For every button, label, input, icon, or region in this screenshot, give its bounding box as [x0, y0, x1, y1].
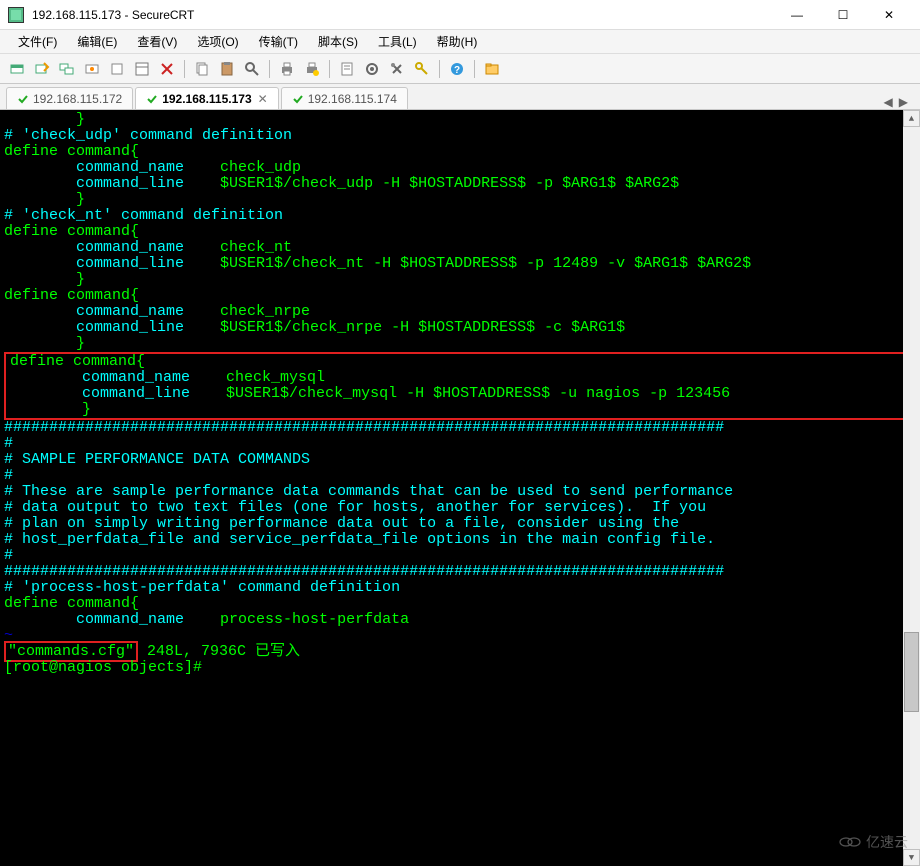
- properties-icon[interactable]: [131, 58, 153, 80]
- terminal-line: define command{: [0, 596, 920, 612]
- app-icon: [8, 7, 24, 23]
- terminal-line: }: [0, 272, 920, 288]
- toolbar-separator: [439, 60, 440, 78]
- maximize-button[interactable]: ☐: [820, 0, 866, 30]
- terminal-line: # plan on simply writing performance dat…: [0, 516, 920, 532]
- menu-transfer[interactable]: 传输(T): [249, 29, 308, 54]
- title-bar: 192.168.115.173 - SecureCRT — ☐ ✕: [0, 0, 920, 30]
- find-icon[interactable]: [241, 58, 263, 80]
- terminal-line: # These are sample performance data comm…: [0, 484, 920, 500]
- connected-icon: [146, 93, 158, 105]
- terminal-line: # host_perfdata_file and service_perfdat…: [0, 532, 920, 548]
- terminal-line: command_line $USER1$/check_nt -H $HOSTAD…: [0, 256, 920, 272]
- connect-icon[interactable]: [6, 58, 28, 80]
- tools-icon[interactable]: [386, 58, 408, 80]
- scroll-up-button[interactable]: ▲: [903, 110, 920, 127]
- toolbar-separator: [269, 60, 270, 78]
- reconnect-icon[interactable]: [56, 58, 78, 80]
- highlighted-box-mysql: define command{ command_name check_mysql…: [4, 352, 920, 420]
- terminal-line: ########################################…: [0, 564, 920, 580]
- menu-options[interactable]: 选项(O): [187, 29, 248, 54]
- quick-connect-icon[interactable]: [31, 58, 53, 80]
- terminal-line: # 'process-host-perfdata' command defini…: [0, 580, 920, 596]
- terminal[interactable]: } # 'check_udp' command definition defin…: [0, 110, 920, 866]
- terminal-line: command_name process-host-perfdata: [0, 612, 920, 628]
- svg-text:?: ?: [454, 65, 460, 76]
- terminal-line: # 'check_nt' command definition: [0, 208, 920, 224]
- copy-icon[interactable]: [191, 58, 213, 80]
- menu-script[interactable]: 脚本(S): [308, 29, 368, 54]
- toolbar-separator: [329, 60, 330, 78]
- terminal-line: # SAMPLE PERFORMANCE DATA COMMANDS: [0, 452, 920, 468]
- toolbar: ?: [0, 54, 920, 84]
- menu-tools[interactable]: 工具(L): [368, 29, 427, 54]
- terminal-line: }: [0, 112, 920, 128]
- menu-help[interactable]: 帮助(H): [427, 29, 488, 54]
- disconnect-icon[interactable]: [81, 58, 103, 80]
- key-icon[interactable]: [411, 58, 433, 80]
- terminal-line: ~: [0, 628, 920, 644]
- tab-label: 192.168.115.173: [162, 92, 251, 106]
- stop-icon[interactable]: [106, 58, 128, 80]
- terminal-line: # 'check_udp' command definition: [0, 128, 920, 144]
- tab-nav: ◀ ▶: [884, 95, 914, 109]
- terminal-line: #: [0, 548, 920, 564]
- terminal-line: command_name check_nt: [0, 240, 920, 256]
- terminal-line: }: [0, 336, 920, 352]
- toolbar-separator: [184, 60, 185, 78]
- connected-icon: [17, 93, 29, 105]
- terminal-line: define command{: [6, 354, 918, 370]
- settings-icon[interactable]: [361, 58, 383, 80]
- print-icon[interactable]: [276, 58, 298, 80]
- terminal-line: command_name check_mysql: [6, 370, 918, 386]
- tab-close-button[interactable]: ✕: [258, 92, 268, 106]
- tab-host-173[interactable]: 192.168.115.173 ✕: [135, 87, 279, 109]
- connected-icon: [292, 93, 304, 105]
- tab-bar: 192.168.115.172 192.168.115.173 ✕ 192.16…: [0, 84, 920, 110]
- terminal-line: define command{: [0, 144, 920, 160]
- tab-host-174[interactable]: 192.168.115.174: [281, 87, 408, 109]
- menu-edit[interactable]: 编辑(E): [67, 29, 127, 54]
- tab-label: 192.168.115.172: [33, 92, 122, 106]
- scroll-thumb[interactable]: [904, 632, 919, 712]
- terminal-line: command_name check_nrpe: [0, 304, 920, 320]
- terminal-line: command_name check_udp: [0, 160, 920, 176]
- close-button[interactable]: ✕: [866, 0, 912, 30]
- terminal-line: }: [6, 402, 918, 418]
- terminal-line: }: [0, 192, 920, 208]
- minimize-button[interactable]: —: [774, 0, 820, 30]
- terminal-line: command_line $USER1$/check_mysql -H $HOS…: [6, 386, 918, 402]
- terminal-line: define command{: [0, 288, 920, 304]
- scrollbar[interactable]: ▲ ▼: [903, 110, 920, 866]
- terminal-line: define command{: [0, 224, 920, 240]
- help-icon[interactable]: ?: [446, 58, 468, 80]
- toolbar-separator: [474, 60, 475, 78]
- terminal-line: "commands.cfg" 248L, 7936C 已写入: [0, 644, 920, 660]
- menu-bar: 文件(F) 编辑(E) 查看(V) 选项(O) 传输(T) 脚本(S) 工具(L…: [0, 30, 920, 54]
- paste-icon[interactable]: [216, 58, 238, 80]
- terminal-line: #: [0, 436, 920, 452]
- sftp-icon[interactable]: [481, 58, 503, 80]
- tab-nav-right[interactable]: ▶: [899, 95, 908, 109]
- terminal-line: ########################################…: [0, 420, 920, 436]
- terminal-prompt: [root@nagios objects]#: [0, 660, 920, 676]
- window-buttons: — ☐ ✕: [774, 0, 912, 30]
- scroll-down-button[interactable]: ▼: [903, 849, 920, 866]
- menu-file[interactable]: 文件(F): [8, 29, 67, 54]
- terminal-line: #: [0, 468, 920, 484]
- menu-view[interactable]: 查看(V): [127, 29, 187, 54]
- log-icon[interactable]: [336, 58, 358, 80]
- scroll-track[interactable]: [903, 127, 920, 849]
- terminal-line: command_line $USER1$/check_udp -H $HOSTA…: [0, 176, 920, 192]
- print-setup-icon[interactable]: [301, 58, 323, 80]
- tab-nav-left[interactable]: ◀: [884, 95, 893, 109]
- terminal-line: # data output to two text files (one for…: [0, 500, 920, 516]
- delete-icon[interactable]: [156, 58, 178, 80]
- tab-label: 192.168.115.174: [308, 92, 397, 106]
- tab-host-172[interactable]: 192.168.115.172: [6, 87, 133, 109]
- window-title: 192.168.115.173 - SecureCRT: [32, 8, 774, 22]
- terminal-line: command_line $USER1$/check_nrpe -H $HOST…: [0, 320, 920, 336]
